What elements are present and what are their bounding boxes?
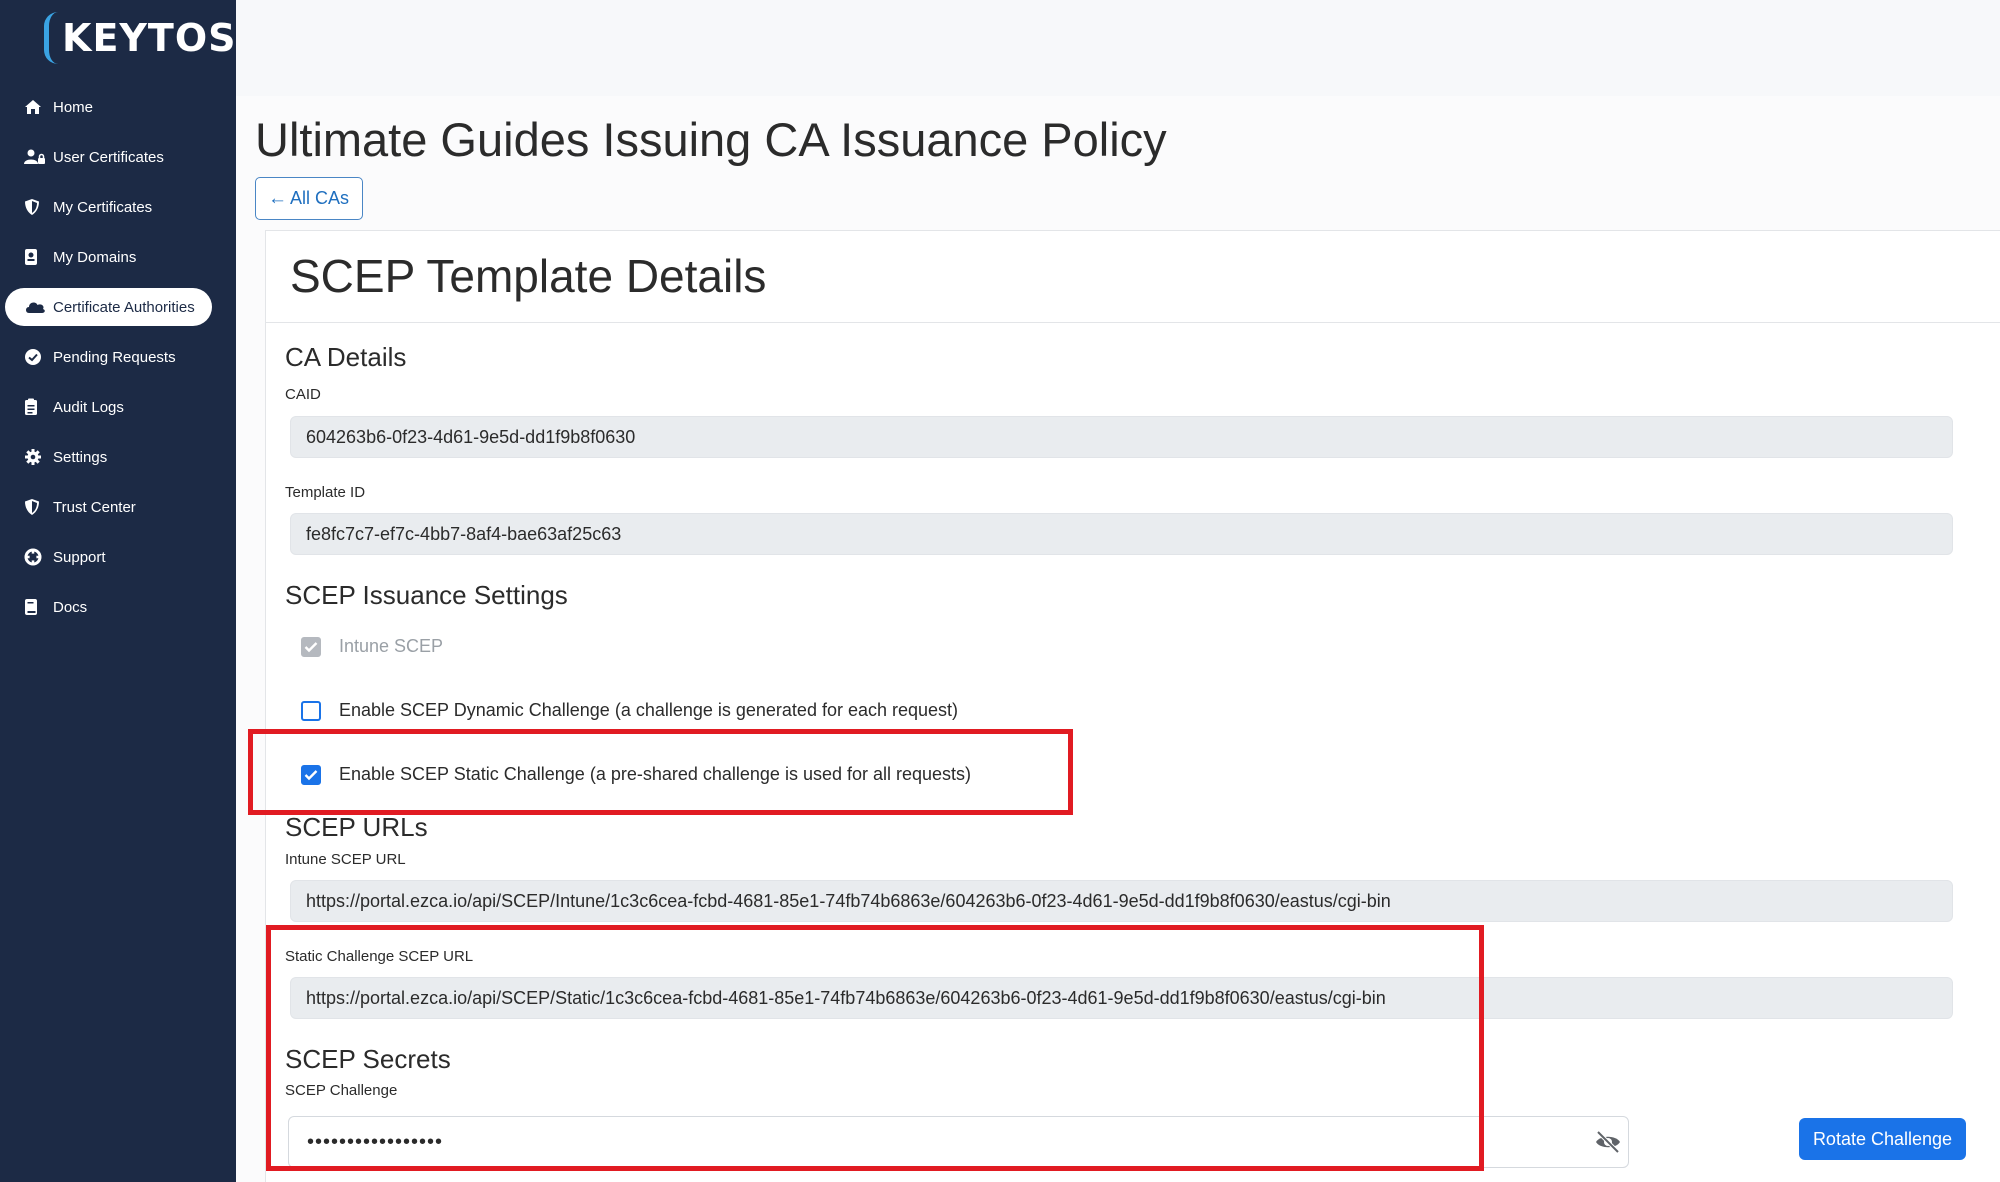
sidebar-item-label: My Certificates <box>53 198 153 216</box>
sidebar-item-settings[interactable]: Settings <box>5 438 212 476</box>
check-circle-icon <box>24 348 46 366</box>
ca-details-heading: CA Details <box>285 342 407 372</box>
sidebar-item-label: Support <box>53 548 106 566</box>
eye-slash-icon[interactable] <box>1594 1129 1622 1155</box>
sidebar-item-label: Docs <box>53 598 88 616</box>
highlight-static-url-and-secret <box>266 925 1484 1171</box>
keytos-logo[interactable]: KEYTOS <box>44 8 237 68</box>
cloud-icon <box>24 298 46 316</box>
card-title: SCEP Template Details <box>290 250 767 302</box>
shield-icon <box>24 498 46 516</box>
sidebar-item-label: My Domains <box>53 248 137 266</box>
sidebar-item-label: Home <box>53 98 94 116</box>
card-header: SCEP Template Details <box>266 231 2000 323</box>
intune-scep-option: Intune SCEP <box>301 636 443 657</box>
sidebar-item-home[interactable]: Home <box>5 88 212 126</box>
sidebar-item-label: Certificate Authorities <box>53 298 195 316</box>
sidebar: KEYTOS Home User Certificates My Certifi… <box>0 0 236 1182</box>
sidebar-item-docs[interactable]: Docs <box>5 588 212 626</box>
all-cas-button[interactable]: ← All CAs <box>255 177 363 220</box>
scep-issuance-settings-heading: SCEP Issuance Settings <box>285 580 568 610</box>
logo-text: KEYTOS <box>62 16 237 60</box>
scep-urls-heading: SCEP URLs <box>285 812 428 842</box>
check-icon <box>304 641 318 652</box>
rotate-challenge-button[interactable]: Rotate Challenge <box>1799 1118 1966 1160</box>
sidebar-item-label: Trust Center <box>53 498 136 516</box>
all-cas-label: All CAs <box>290 188 350 208</box>
intune-scep-url-label: Intune SCEP URL <box>285 851 406 868</box>
sidebar-item-audit-logs[interactable]: Audit Logs <box>5 388 212 426</box>
user-lock-icon <box>24 148 46 166</box>
book-icon <box>24 598 46 616</box>
sidebar-item-my-domains[interactable]: My Domains <box>5 238 212 276</box>
sidebar-item-certificate-authorities[interactable]: Certificate Authorities <box>5 288 212 326</box>
logo-bracket-icon <box>44 12 58 64</box>
gear-icon <box>24 448 46 466</box>
sidebar-item-label: User Certificates <box>53 148 164 166</box>
sidebar-item-user-certificates[interactable]: User Certificates <box>5 138 212 176</box>
dynamic-challenge-checkbox[interactable] <box>301 700 321 721</box>
highlight-static-challenge <box>248 729 1073 815</box>
sidebar-item-pending-requests[interactable]: Pending Requests <box>5 338 212 376</box>
intune-scep-label: Intune SCEP <box>339 636 444 656</box>
shield-icon <box>24 198 46 216</box>
intune-scep-checkbox <box>301 636 321 657</box>
template-id-field[interactable]: fe8fc7c7-ef7c-4bb7-8af4-bae63af25c63 <box>290 513 1953 555</box>
dynamic-challenge-label: Enable SCEP Dynamic Challenge (a challen… <box>339 700 959 720</box>
template-id-label: Template ID <box>285 484 366 501</box>
clipboard-icon <box>24 398 46 416</box>
sidebar-item-label: Settings <box>53 448 108 466</box>
sidebar-item-my-certificates[interactable]: My Certificates <box>5 188 212 226</box>
life-ring-icon <box>24 548 46 566</box>
id-badge-icon <box>24 248 46 266</box>
sidebar-item-label: Pending Requests <box>53 348 176 366</box>
arrow-left-icon: ← <box>268 187 287 209</box>
dynamic-challenge-option[interactable]: Enable SCEP Dynamic Challenge (a challen… <box>301 700 958 721</box>
home-icon <box>24 98 46 116</box>
top-bar <box>236 0 2000 96</box>
sidebar-item-label: Audit Logs <box>53 398 124 416</box>
sidebar-item-trust-center[interactable]: Trust Center <box>5 488 212 526</box>
page-title: Ultimate Guides Issuing CA Issuance Poli… <box>255 113 1167 166</box>
sidebar-item-support[interactable]: Support <box>5 538 212 576</box>
intune-scep-url-field[interactable]: https://portal.ezca.io/api/SCEP/Intune/1… <box>290 880 1953 922</box>
caid-label: CAID <box>285 386 321 403</box>
caid-field[interactable]: 604263b6-0f23-4d61-9e5d-dd1f9b8f0630 <box>290 416 1953 458</box>
